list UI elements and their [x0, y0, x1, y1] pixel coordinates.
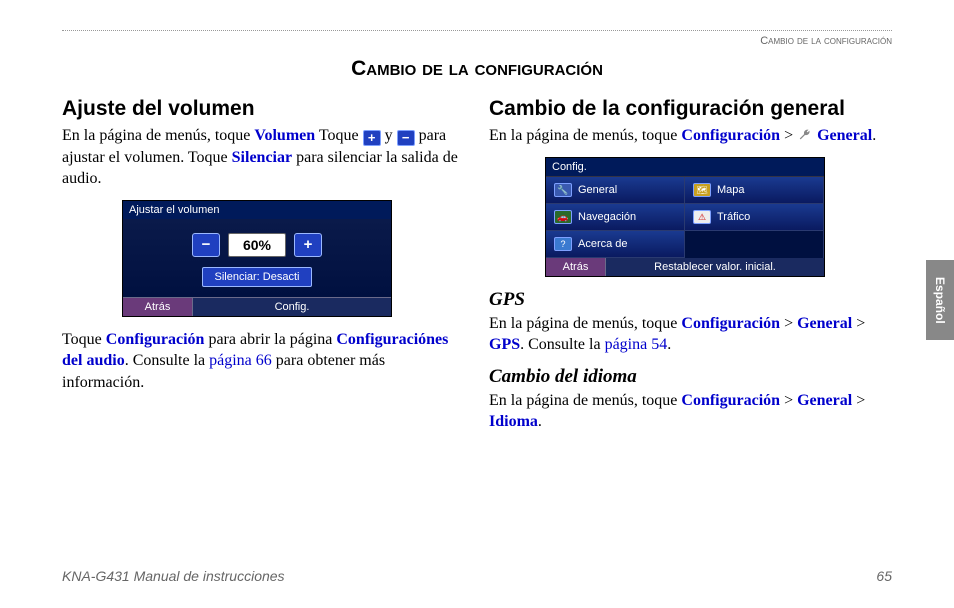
- car-icon: 🚗: [554, 210, 572, 224]
- keyword-configuracion: Configuración: [681, 127, 780, 144]
- cell-empty: [685, 231, 824, 258]
- info-icon: ?: [554, 237, 572, 251]
- sep: >: [852, 315, 865, 332]
- para-config-audio: Toque Configuración para abrir la página…: [62, 329, 465, 394]
- minus-icon: −: [397, 130, 415, 146]
- screenshot-footer: Atrás Config.: [123, 297, 391, 316]
- footer-page: 65: [876, 568, 892, 584]
- cell-trafico[interactable]: ⚠ Tráfico: [685, 204, 824, 231]
- back-button[interactable]: Atrás: [546, 258, 606, 276]
- text: . Consulte la: [520, 336, 604, 353]
- screenshot-footer: Atrás Restablecer valor. inicial.: [546, 258, 824, 276]
- sep: >: [780, 127, 797, 144]
- dot: .: [667, 336, 671, 353]
- keyword-general: General: [797, 392, 852, 409]
- keyword-configuracion: Configuración: [106, 331, 205, 348]
- back-button[interactable]: Atrás: [123, 297, 193, 316]
- text: En la página de menús, toque: [489, 392, 681, 409]
- label: Mapa: [717, 184, 745, 196]
- cell-mapa[interactable]: 🗺 Mapa: [685, 177, 824, 204]
- sep: >: [852, 392, 865, 409]
- keyword-gps: GPS: [489, 336, 520, 353]
- para-idioma: En la página de menús, toque Configuraci…: [489, 390, 892, 433]
- left-column: Ajuste del volumen En la página de menús…: [62, 97, 465, 443]
- screenshot-title: Config.: [546, 158, 824, 176]
- header-breadcrumb: Cambio de la configuración: [62, 30, 892, 47]
- heading-idioma: Cambio del idioma: [489, 366, 892, 388]
- content-columns: Ajuste del volumen En la página de menús…: [62, 97, 892, 443]
- config-grid: 🔧 General 🗺 Mapa 🚗 Navegación ⚠ Tráfico ? Ace…: [546, 176, 824, 258]
- keyword-silenciar: Silenciar: [232, 149, 292, 166]
- keyword-configuracion: Configuración: [681, 392, 780, 409]
- heading-general: Cambio de la configuración general: [489, 97, 892, 121]
- dot: .: [538, 413, 542, 430]
- screenshot-config: Config. 🔧 General 🗺 Mapa 🚗 Navegación ⚠ Tráf…: [545, 157, 825, 277]
- wrench-icon: [797, 128, 813, 142]
- text: En la página de menús, toque: [62, 127, 254, 144]
- text: Toque: [315, 127, 362, 144]
- keyword-idioma: Idioma: [489, 413, 538, 430]
- map-icon: 🗺: [693, 183, 711, 197]
- config-button[interactable]: Config.: [193, 297, 391, 316]
- mute-button[interactable]: Silenciar: Desacti: [202, 267, 313, 287]
- label: Acerca de: [578, 238, 628, 250]
- text: para abrir la página: [204, 331, 336, 348]
- text: y: [381, 127, 397, 144]
- keyword-general: General: [817, 127, 872, 144]
- warning-icon: ⚠: [693, 210, 711, 224]
- page-footer: KNA-G431 Manual de instrucciones 65: [62, 568, 892, 584]
- text: . Consulte la: [125, 352, 209, 369]
- text: Toque: [62, 331, 106, 348]
- text: En la página de menús, toque: [489, 315, 681, 332]
- cell-navegacion[interactable]: 🚗 Navegación: [546, 204, 685, 231]
- para-general: En la página de menús, toque Configuraci…: [489, 125, 892, 147]
- cell-general[interactable]: 🔧 General: [546, 177, 685, 204]
- plus-icon: +: [363, 130, 381, 146]
- screenshot-body: − 60% + Silenciar: Desacti: [123, 219, 391, 297]
- volume-plus-button[interactable]: +: [294, 233, 322, 257]
- screenshot-title: Ajustar el volumen: [123, 201, 391, 219]
- dot: .: [872, 127, 876, 144]
- label: Tráfico: [717, 211, 750, 223]
- volume-value: 60%: [228, 233, 286, 257]
- keyword-configuracion: Configuración: [681, 315, 780, 332]
- keyword-volumen: Volumen: [254, 127, 315, 144]
- sep: >: [780, 315, 797, 332]
- wrench-icon: 🔧: [554, 183, 572, 197]
- cell-acerca[interactable]: ? Acerca de: [546, 231, 685, 258]
- footer-manual: KNA-G431 Manual de instrucciones: [62, 568, 285, 584]
- link-page66[interactable]: página 66: [209, 352, 272, 369]
- sep: >: [780, 392, 797, 409]
- keyword-general: General: [797, 315, 852, 332]
- volume-row: − 60% +: [192, 233, 322, 257]
- label: General: [578, 184, 617, 196]
- text: En la página de menús, toque: [489, 127, 681, 144]
- volume-minus-button[interactable]: −: [192, 233, 220, 257]
- screenshot-volume: Ajustar el volumen − 60% + Silenciar: De…: [122, 200, 392, 317]
- language-tab[interactable]: Español: [926, 260, 954, 340]
- para-volume: En la página de menús, toque Volumen Toq…: [62, 125, 465, 190]
- heading-volume: Ajuste del volumen: [62, 97, 465, 121]
- reset-button[interactable]: Restablecer valor. inicial.: [606, 258, 824, 276]
- link-page54[interactable]: página 54: [605, 336, 668, 353]
- page-title: Cambio de la configuración: [62, 57, 892, 81]
- para-gps: En la página de menús, toque Configuraci…: [489, 313, 892, 356]
- right-column: Cambio de la configuración general En la…: [489, 97, 892, 443]
- label: Navegación: [578, 211, 636, 223]
- heading-gps: GPS: [489, 289, 892, 311]
- page: Cambio de la configuración Cambio de la …: [0, 0, 954, 608]
